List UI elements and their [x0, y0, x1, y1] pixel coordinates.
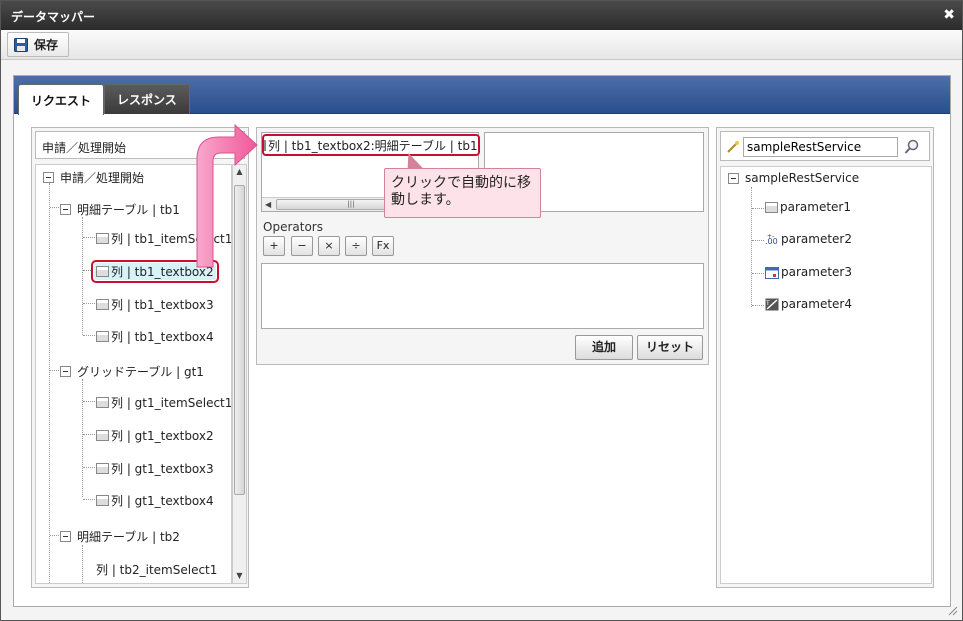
service-search-input[interactable]	[743, 137, 898, 157]
column-icon	[96, 233, 109, 244]
tree-group-tb2[interactable]: 明細テーブル | tb2	[60, 528, 180, 545]
wand-icon	[727, 141, 739, 153]
mapping-panel: リクエスト レスポンス 申請／処理開始 申請／処理開始 明細テーブル | tb1	[13, 75, 951, 607]
mapping-editor: 列 | tb1_textbox2:明細テーブル | tb1.列 | tb1_te…	[256, 127, 709, 365]
tree-group-label: グリッドテーブル | gt1	[77, 365, 204, 379]
data-mapper-dialog: データマッパー ✖ 保存 リクエスト レスポンス 申請／処理開始 申請／処理開始	[0, 0, 963, 621]
collapse-icon[interactable]	[60, 204, 71, 215]
add-button[interactable]: 追加	[575, 335, 633, 360]
search-row	[720, 131, 930, 161]
save-button[interactable]: 保存	[7, 32, 70, 57]
column-remove-icon	[264, 139, 266, 151]
tree-item-parameter3[interactable]: parameter3	[765, 265, 852, 279]
calendar-icon	[765, 266, 779, 279]
text-field-icon	[765, 201, 778, 213]
tree-item-parameter1[interactable]: parameter1	[765, 200, 851, 214]
plus-button[interactable]: +	[263, 236, 285, 256]
column-icon	[96, 331, 109, 342]
tree-item[interactable]: 列 | gt1_textbox3	[96, 460, 214, 477]
svg-text:T: T	[765, 300, 770, 307]
minus-button[interactable]: −	[291, 236, 313, 256]
function-button[interactable]: Fx	[372, 236, 394, 256]
operators-label: Operators	[263, 220, 323, 234]
title-bar: データマッパー ✖	[1, 1, 962, 30]
column-icon	[96, 463, 109, 474]
column-icon	[96, 299, 109, 310]
tooltip-callout: クリックで自動的に移動します。	[384, 168, 541, 218]
tree-item[interactable]: 列 | tb1_textbox3	[96, 296, 214, 313]
column-icon	[96, 397, 109, 408]
column-icon	[96, 495, 109, 506]
tab-request[interactable]: リクエスト	[18, 84, 105, 115]
target-tree: sampleRestService parameter1 .00 +- para…	[720, 166, 932, 584]
floppy-disk-icon	[14, 37, 28, 52]
tree-group-label: 明細テーブル | tb1	[77, 203, 180, 217]
search-icon[interactable]	[904, 139, 920, 155]
dialog-title: データマッパー	[11, 10, 96, 24]
time-icon: T	[765, 298, 779, 310]
tab-strip: リクエスト レスポンス	[14, 76, 950, 115]
multiply-button[interactable]: ×	[318, 236, 340, 256]
reset-button[interactable]: リセット	[637, 335, 703, 360]
resize-grip-icon[interactable]	[948, 606, 958, 616]
target-tree-panel: sampleRestService parameter1 .00 +- para…	[716, 127, 934, 588]
tree-item[interactable]: 列 | tb2_itemSelect1	[96, 561, 217, 578]
scroll-left-icon[interactable]: ◀	[265, 198, 271, 211]
close-icon[interactable]: ✖	[943, 7, 955, 23]
tree-item[interactable]: 列 | gt1_textbox4	[96, 492, 214, 509]
tree-root-node[interactable]: sampleRestService	[728, 171, 859, 185]
tree-item[interactable]: 列 | gt1_textbox2	[96, 427, 214, 444]
tree-root-label: 申請／処理開始	[60, 171, 145, 185]
save-label: 保存	[34, 38, 59, 52]
tree-item-parameter2[interactable]: .00 +- parameter2	[765, 232, 852, 246]
collapse-icon[interactable]	[43, 172, 54, 183]
expression-area[interactable]	[261, 263, 704, 329]
source-list-item[interactable]: 列 | tb1_textbox2:明細テーブル | tb1.列 | tb1_te…	[262, 134, 480, 156]
move-arrow-icon	[196, 123, 258, 268]
column-icon	[96, 266, 109, 277]
tree-group-label: 明細テーブル | tb2	[77, 530, 180, 544]
divide-button[interactable]: ÷	[345, 236, 367, 256]
tree-group-tb1[interactable]: 明細テーブル | tb1	[60, 201, 180, 218]
number-icon: .00 +-	[765, 233, 778, 246]
tree-item[interactable]: 列 | tb1_textbox4	[96, 328, 214, 345]
collapse-icon[interactable]	[60, 531, 71, 542]
tree-item[interactable]: 列 | gt1_itemSelect1	[96, 394, 231, 411]
svg-text:+-: +-	[767, 233, 774, 240]
collapse-icon[interactable]	[728, 172, 739, 184]
scroll-down-icon[interactable]: ▼	[233, 569, 246, 583]
tab-response[interactable]: レスポンス	[104, 84, 190, 114]
tree-root-node[interactable]: 申請／処理開始	[43, 169, 144, 186]
toolbar: 保存	[1, 30, 962, 60]
tree-group-gt1[interactable]: グリッドテーブル | gt1	[60, 363, 204, 380]
column-icon	[96, 430, 109, 441]
tree-item-parameter4[interactable]: T parameter4	[765, 297, 852, 311]
collapse-icon[interactable]	[60, 366, 71, 377]
